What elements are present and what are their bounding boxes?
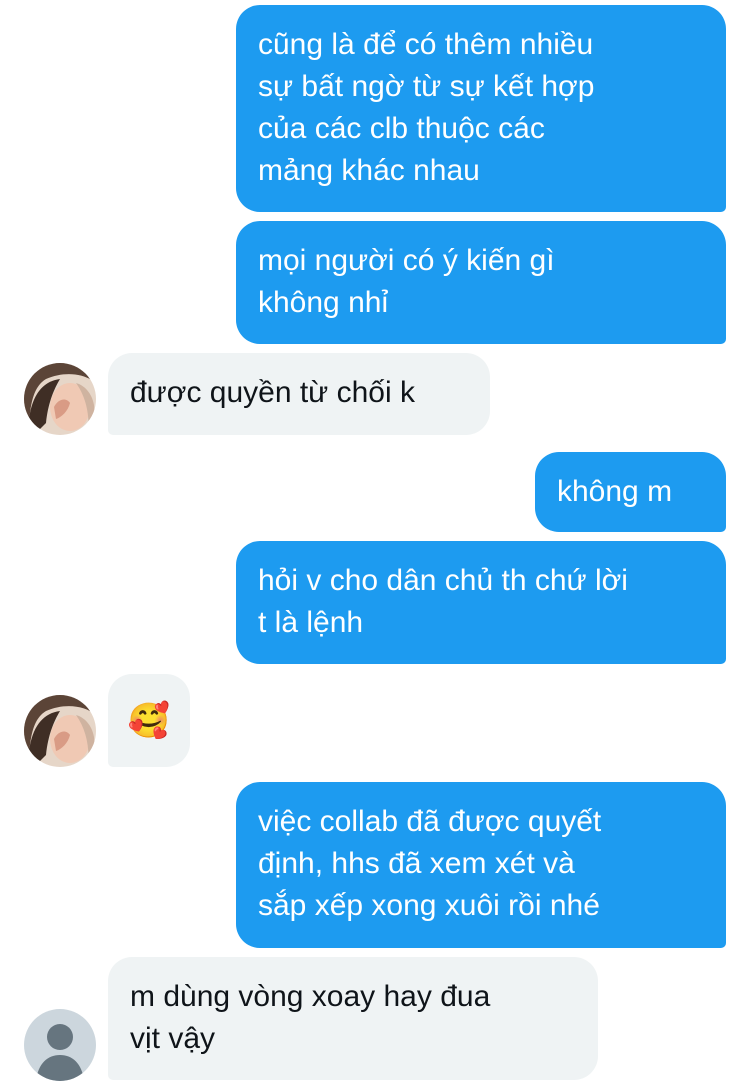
message-bubble-sent[interactable]: không m	[535, 452, 726, 532]
message-bubble-received[interactable]: được quyền từ chối k	[108, 353, 490, 435]
user-photo-icon	[24, 363, 96, 435]
message-bubble-sent[interactable]: cũng là để có thêm nhiều sự bất ngờ từ s…	[236, 5, 726, 212]
default-user-icon	[24, 1009, 96, 1081]
contact-avatar[interactable]	[24, 695, 96, 767]
message-bubble-received-emoji[interactable]: 🥰	[108, 674, 190, 767]
contact-avatar[interactable]	[24, 363, 96, 435]
dm-conversation: { "conversation": { "messages": [ {"side…	[0, 0, 750, 1087]
message-bubble-sent[interactable]: hỏi v cho dân chủ th chứ lời t là lệnh	[236, 541, 726, 664]
message-bubble-sent[interactable]: việc collab đã được quyết định, hhs đã x…	[236, 782, 726, 948]
default-avatar[interactable]	[24, 1009, 96, 1081]
message-bubble-received[interactable]: m dùng vòng xoay hay đua vịt vậy	[108, 957, 598, 1080]
user-photo-icon	[24, 695, 96, 767]
message-bubble-sent[interactable]: mọi người có ý kiến gì không nhỉ	[236, 221, 726, 344]
